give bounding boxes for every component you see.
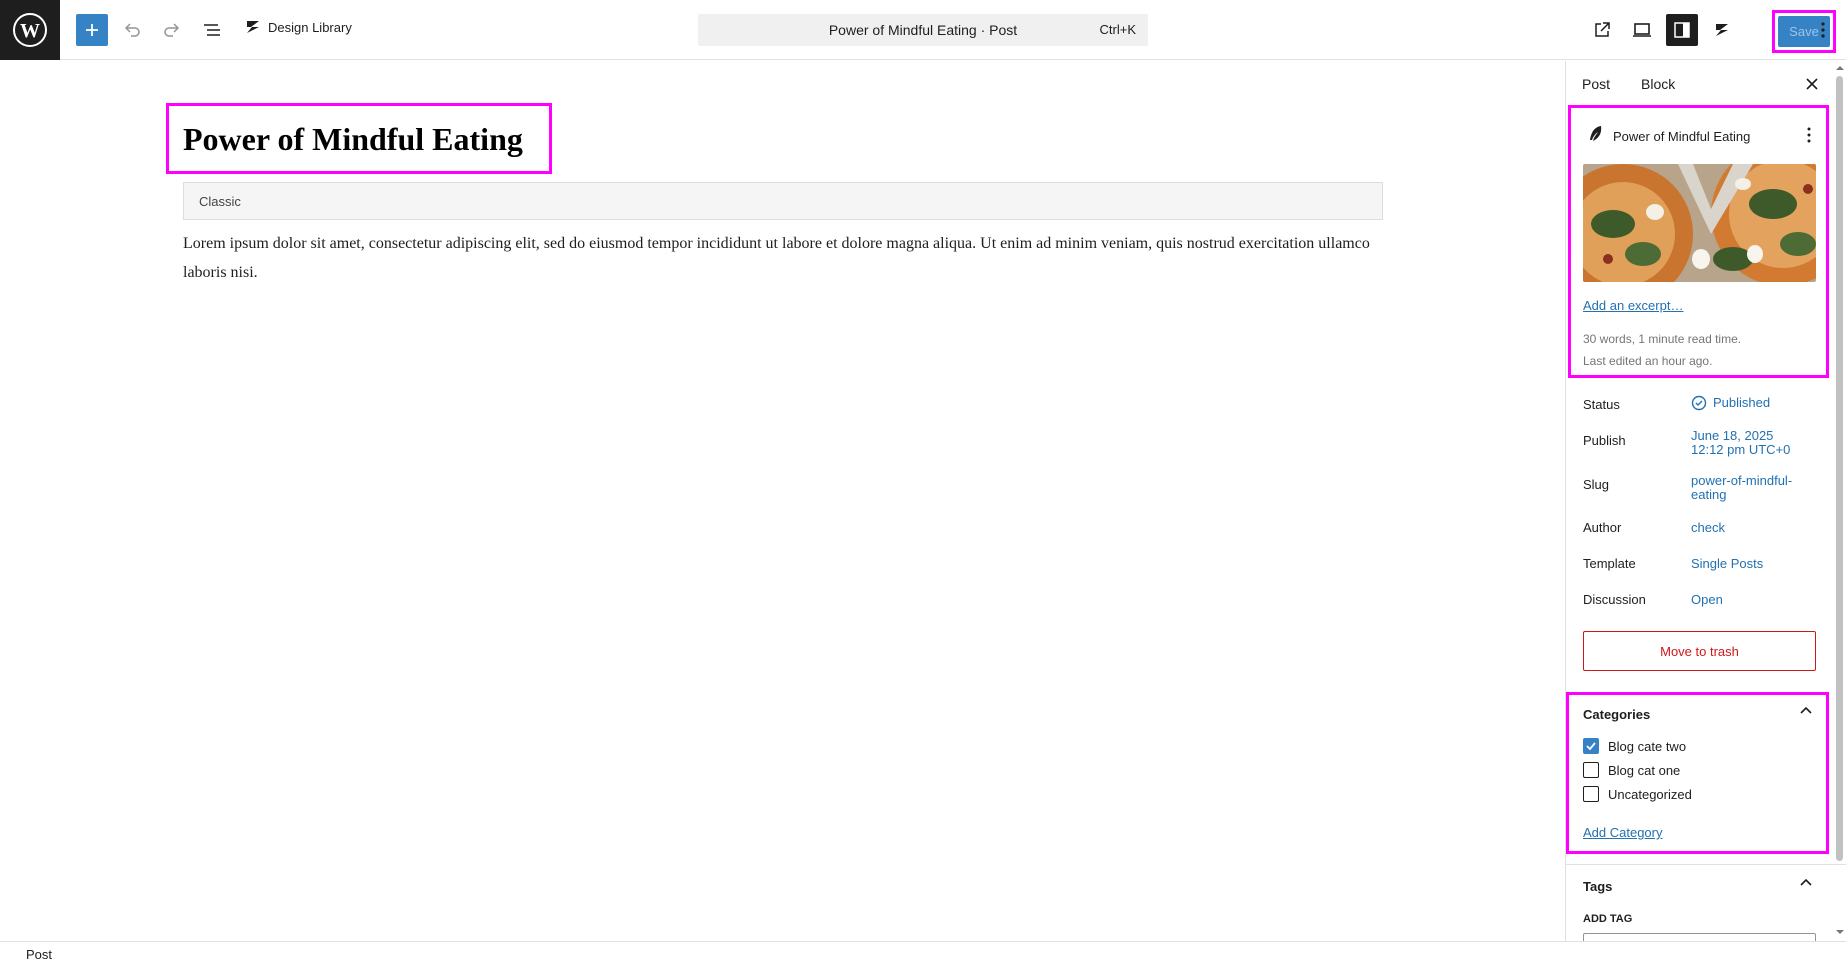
tags-panel-title[interactable]: Tags <box>1583 879 1612 894</box>
template-value[interactable]: Single Posts <box>1691 557 1763 571</box>
settings-toggle-button[interactable] <box>1666 14 1698 46</box>
plus-icon <box>86 24 98 36</box>
view-post-button[interactable] <box>1586 14 1618 46</box>
checkbox-checked[interactable] <box>1583 738 1599 754</box>
tab-post[interactable]: Post <box>1582 76 1610 92</box>
sidebar-scrollbar[interactable] <box>1834 61 1846 941</box>
status-value-button[interactable]: Published <box>1691 395 1770 411</box>
category-label: Blog cat one <box>1608 762 1681 778</box>
redo-icon <box>164 23 180 37</box>
slug-line-2: eating <box>1691 487 1727 502</box>
publish-label: Publish <box>1583 433 1626 448</box>
list-view-icon <box>204 24 220 36</box>
chevron-up-icon[interactable] <box>1798 703 1814 719</box>
post-body-paragraph[interactable]: Lorem ipsum dolor sit amet, consectetur … <box>183 229 1383 287</box>
stackable-settings-button[interactable] <box>1706 14 1738 46</box>
close-icon[interactable] <box>1802 74 1822 94</box>
move-to-trash-button[interactable]: Move to trash <box>1583 631 1816 671</box>
stackable-logo-icon <box>1716 24 1728 36</box>
author-value[interactable]: check <box>1691 521 1725 535</box>
stackable-icon <box>247 21 259 33</box>
word-count-text: 30 words, 1 minute read time. <box>1583 332 1742 346</box>
settings-sidebar: Post Block Power of Mindful Eating Add a… <box>1565 61 1846 941</box>
featured-image[interactable] <box>1583 164 1816 282</box>
category-item[interactable]: Blog cat one <box>1583 762 1680 778</box>
template-label: Template <box>1583 556 1636 571</box>
scroll-down-arrow-icon[interactable] <box>1834 927 1846 937</box>
classic-label: Classic <box>199 194 241 209</box>
divider <box>1566 864 1846 865</box>
category-item[interactable]: Uncategorized <box>1583 786 1692 802</box>
add-tag-label: ADD TAG <box>1583 913 1633 925</box>
command-palette-bar[interactable]: Power of Mindful Eating · Post Ctrl+K <box>698 14 1148 46</box>
command-shortcut: Ctrl+K <box>1099 22 1136 37</box>
discussion-label: Discussion <box>1583 592 1646 607</box>
breadcrumb-post[interactable]: Post <box>26 947 52 962</box>
add-category-link[interactable]: Add Category <box>1583 825 1663 840</box>
sidebar-tabs: Post Block <box>1566 61 1846 105</box>
add-excerpt-link[interactable]: Add an excerpt… <box>1583 298 1683 313</box>
status-value: Published <box>1713 395 1771 410</box>
preview-button[interactable] <box>1626 14 1658 46</box>
author-label: Author <box>1583 520 1622 535</box>
undo-button[interactable] <box>116 14 148 46</box>
status-label: Status <box>1583 397 1620 412</box>
feather-icon <box>1590 126 1602 141</box>
tag-input[interactable] <box>1583 933 1816 941</box>
sidebar-icon <box>1674 22 1690 38</box>
undo-icon <box>124 23 140 37</box>
discussion-value[interactable]: Open <box>1691 593 1723 607</box>
design-library-label: Design Library <box>268 19 352 35</box>
editor-canvas: Power of Mindful Eating Classic Lorem ip… <box>0 61 1565 941</box>
add-block-button[interactable] <box>76 14 108 46</box>
summary-kebab-icon[interactable] <box>1802 126 1816 144</box>
post-title[interactable]: Power of Mindful Eating <box>183 121 523 158</box>
redo-button[interactable] <box>156 14 188 46</box>
command-title: Power of Mindful Eating · Post <box>828 22 1018 38</box>
chevron-up-icon[interactable] <box>1798 875 1814 891</box>
options-button[interactable] <box>1812 14 1834 46</box>
publish-time-line: 12:12 pm UTC+0 <box>1691 442 1791 457</box>
publish-date-line: June 18, 2025 <box>1691 428 1774 443</box>
scroll-thumb[interactable] <box>1836 76 1843 861</box>
classic-block-toolbar[interactable]: Classic <box>183 182 1383 220</box>
checkbox-unchecked[interactable] <box>1583 762 1599 778</box>
slug-label: Slug <box>1583 477 1610 492</box>
kebab-menu-icon <box>1821 22 1825 38</box>
desktop-icon <box>1633 23 1651 37</box>
document-overview-button[interactable] <box>196 14 228 46</box>
scroll-up-arrow-icon[interactable] <box>1834 63 1846 73</box>
category-label: Blog cate two <box>1608 738 1687 754</box>
category-item[interactable]: Blog cate two <box>1583 738 1686 754</box>
external-link-icon <box>1595 22 1610 37</box>
checkbox-unchecked[interactable] <box>1583 786 1599 802</box>
editor-toolbar: W Design Library Power of Mindful Eating… <box>0 0 1846 60</box>
design-library-button[interactable]: Design Library <box>244 18 352 36</box>
last-edited-text: Last edited an hour ago. <box>1583 354 1713 368</box>
categories-panel-title[interactable]: Categories <box>1583 707 1650 722</box>
slug-value-button[interactable]: power-of-mindful- eating <box>1691 474 1792 502</box>
publish-date-button[interactable]: June 18, 2025 12:12 pm UTC+0 <box>1691 429 1790 457</box>
summary-post-title: Power of Mindful Eating <box>1613 129 1751 144</box>
category-label: Uncategorized <box>1608 786 1692 802</box>
slug-line-1: power-of-mindful- <box>1691 473 1793 488</box>
svg-text:W: W <box>20 20 40 42</box>
tab-block[interactable]: Block <box>1641 76 1675 92</box>
wordpress-logo-icon[interactable]: W <box>0 0 60 60</box>
check-icon <box>1586 742 1596 751</box>
published-check-icon <box>1691 395 1707 411</box>
block-breadcrumb-bar: Post <box>0 941 1846 966</box>
